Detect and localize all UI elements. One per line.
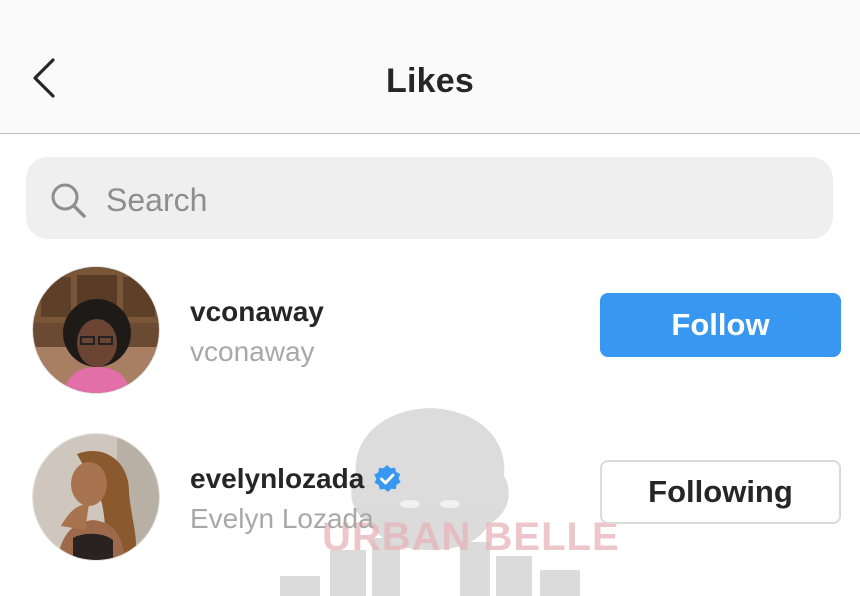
username[interactable]: vconaway bbox=[190, 296, 324, 328]
avatar[interactable] bbox=[32, 266, 160, 394]
avatar[interactable] bbox=[32, 433, 160, 561]
top-nav-bar: Likes bbox=[0, 0, 860, 134]
username[interactable]: evelynlozada bbox=[190, 463, 402, 495]
search-icon bbox=[51, 183, 86, 218]
full-name: Evelyn Lozada bbox=[190, 503, 374, 534]
following-button[interactable]: Following bbox=[600, 460, 841, 524]
page-title: Likes bbox=[386, 62, 474, 100]
full-name: vconaway bbox=[190, 336, 315, 367]
list-item[interactable]: evelynlozada Evelyn Lozada Following bbox=[0, 429, 860, 569]
username-label: vconaway bbox=[190, 296, 324, 327]
username-label: evelynlozada bbox=[190, 463, 365, 494]
list-item[interactable]: vconaway vconaway Follow bbox=[0, 262, 860, 402]
follow-button[interactable]: Follow bbox=[600, 293, 841, 357]
search-input[interactable] bbox=[104, 176, 808, 224]
verified-badge-icon bbox=[374, 465, 401, 492]
